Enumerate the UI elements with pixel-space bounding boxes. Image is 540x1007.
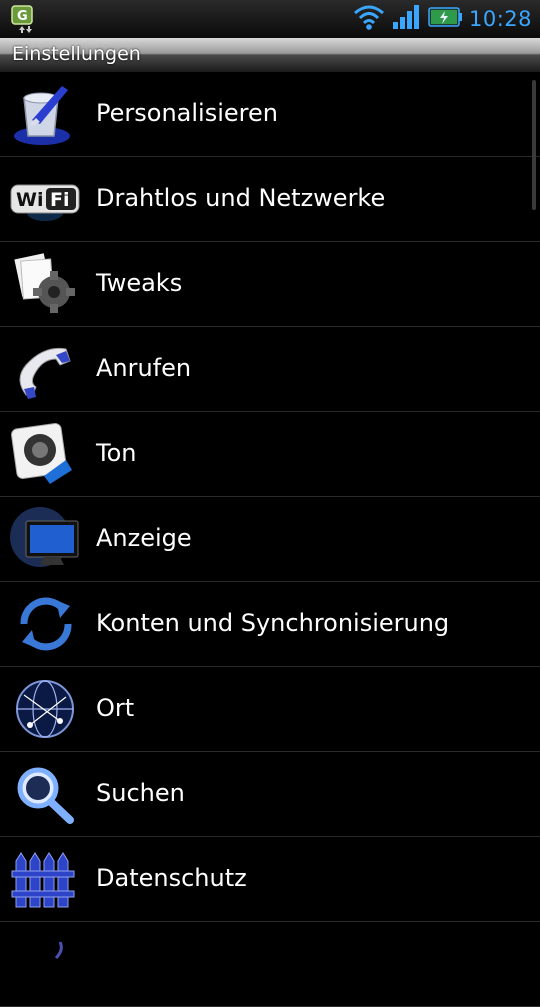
cell-signal-icon: [391, 3, 421, 35]
scrollbar[interactable]: [532, 80, 536, 210]
paint-bucket-icon: [10, 80, 80, 148]
svg-text:G: G: [17, 9, 28, 24]
list-item-label: Ton: [96, 439, 137, 467]
phone-icon: [10, 335, 80, 403]
list-item[interactable]: Anzeige: [0, 497, 540, 582]
list-item-label: Anrufen: [96, 354, 192, 382]
settings-list: Personalisieren Wi Fi Drahtlos und Netzw…: [0, 72, 540, 1007]
svg-text:Wi: Wi: [16, 189, 43, 211]
wifi-signal-icon: [353, 3, 385, 35]
list-item-label: Datenschutz: [96, 864, 247, 892]
notification-icon[interactable]: G: [10, 4, 44, 34]
list-item-label: Personalisieren: [96, 99, 278, 127]
magnifier-icon: [10, 760, 80, 828]
list-item-label: Tweaks: [96, 269, 183, 297]
svg-text:Fi: Fi: [50, 189, 70, 211]
list-item-label: Drahtlos und Netzwerke: [96, 184, 386, 212]
list-item[interactable]: Ort: [0, 667, 540, 752]
list-item[interactable]: Datenschutz: [0, 837, 540, 922]
list-item[interactable]: Anrufen: [0, 327, 540, 412]
list-item[interactable]: Ton: [0, 412, 540, 497]
status-bar: G 10:28: [0, 0, 540, 38]
list-item-label: Anzeige: [96, 524, 192, 552]
title-bar: Einstellungen: [0, 38, 540, 72]
list-item[interactable]: Suchen: [0, 752, 540, 837]
gear-icon: [10, 250, 80, 318]
sync-icon: [10, 590, 80, 658]
monitor-icon: [10, 505, 80, 573]
list-item[interactable]: Konten und Synchronisierung: [0, 582, 540, 667]
globe-icon: [10, 675, 80, 743]
list-item-label: Suchen: [96, 779, 185, 807]
speaker-icon: [10, 420, 80, 488]
fence-icon: [10, 845, 80, 913]
list-item[interactable]: Tweaks: [0, 242, 540, 327]
partial-item-icon: [10, 930, 80, 998]
wifi-icon: Wi Fi: [10, 165, 80, 233]
battery-icon: [427, 3, 463, 35]
page-title: Einstellungen: [12, 43, 141, 65]
list-item-label: Konten und Synchronisierung: [96, 609, 450, 637]
list-item-partial[interactable]: [0, 922, 540, 1007]
list-item[interactable]: Wi Fi Drahtlos und Netzwerke: [0, 157, 540, 242]
clock: 10:28: [468, 7, 532, 31]
list-item-label: Ort: [96, 694, 135, 722]
list-item[interactable]: Personalisieren: [0, 72, 540, 157]
